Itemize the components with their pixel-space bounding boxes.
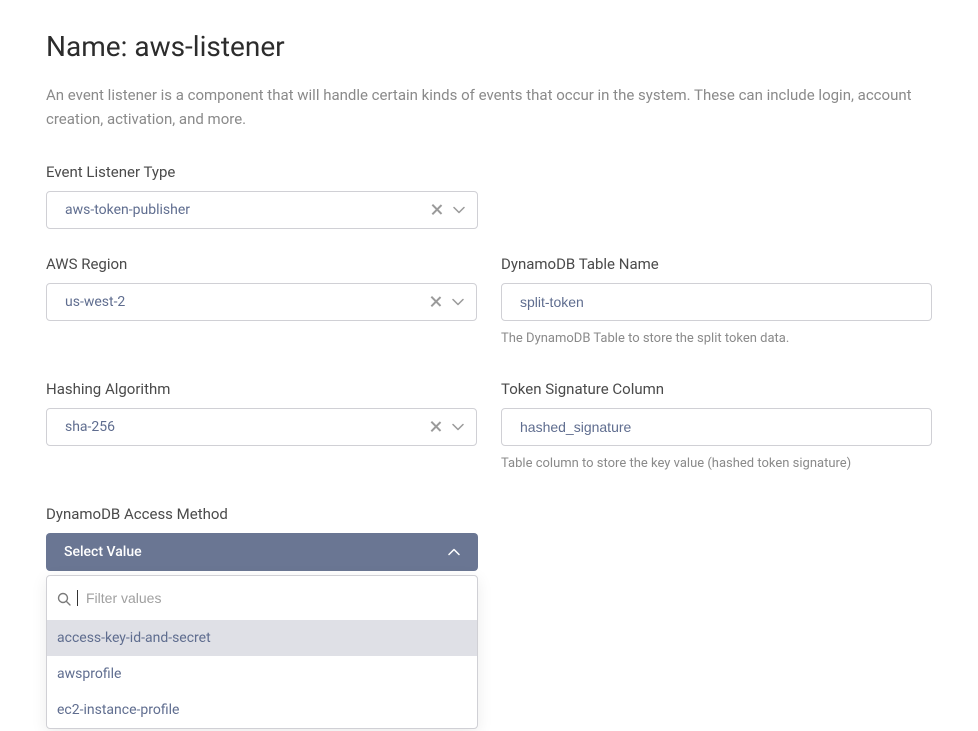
page-description: An event listener is a component that wi… [46, 83, 926, 131]
event-listener-type-label: Event Listener Type [46, 163, 478, 181]
access-method-filter-input[interactable] [86, 586, 467, 610]
clear-icon[interactable] [431, 204, 443, 216]
dynamodb-table-label: DynamoDB Table Name [501, 255, 932, 273]
access-method-label: DynamoDB Access Method [46, 505, 478, 523]
access-method-option[interactable]: ec2-instance-profile [47, 692, 477, 728]
hashing-algorithm-value: sha-256 [65, 419, 115, 435]
chevron-down-icon[interactable] [453, 204, 465, 216]
access-method-trigger-text: Select Value [64, 544, 142, 560]
clear-icon[interactable] [430, 296, 442, 308]
aws-region-value: us-west-2 [65, 294, 125, 310]
text-cursor [77, 590, 78, 606]
access-method-option[interactable]: awsprofile [47, 656, 477, 692]
token-signature-column-hint: Table column to store the key value (has… [501, 456, 932, 471]
search-icon [57, 591, 71, 605]
aws-region-label: AWS Region [46, 255, 477, 273]
access-method-trigger[interactable]: Select Value [46, 533, 478, 571]
dynamodb-table-input[interactable] [501, 283, 932, 321]
dynamodb-table-hint: The DynamoDB Table to store the split to… [501, 331, 932, 346]
page-title: Name: aws-listener [46, 30, 932, 63]
event-listener-type-value: aws-token-publisher [65, 202, 190, 218]
access-method-dropdown: Select Value access-key-id-and-secret aw… [46, 533, 478, 571]
chevron-up-icon [448, 546, 460, 558]
token-signature-column-label: Token Signature Column [501, 380, 932, 398]
chevron-down-icon[interactable] [452, 421, 464, 433]
aws-region-select[interactable]: us-west-2 [46, 283, 477, 321]
access-method-panel: access-key-id-and-secret awsprofile ec2-… [46, 575, 478, 729]
clear-icon[interactable] [430, 421, 442, 433]
hashing-algorithm-select[interactable]: sha-256 [46, 408, 477, 446]
hashing-algorithm-label: Hashing Algorithm [46, 380, 477, 398]
event-listener-type-select[interactable]: aws-token-publisher [46, 191, 478, 229]
access-method-option[interactable]: access-key-id-and-secret [47, 620, 477, 656]
chevron-down-icon[interactable] [452, 296, 464, 308]
token-signature-column-input[interactable] [501, 408, 932, 446]
